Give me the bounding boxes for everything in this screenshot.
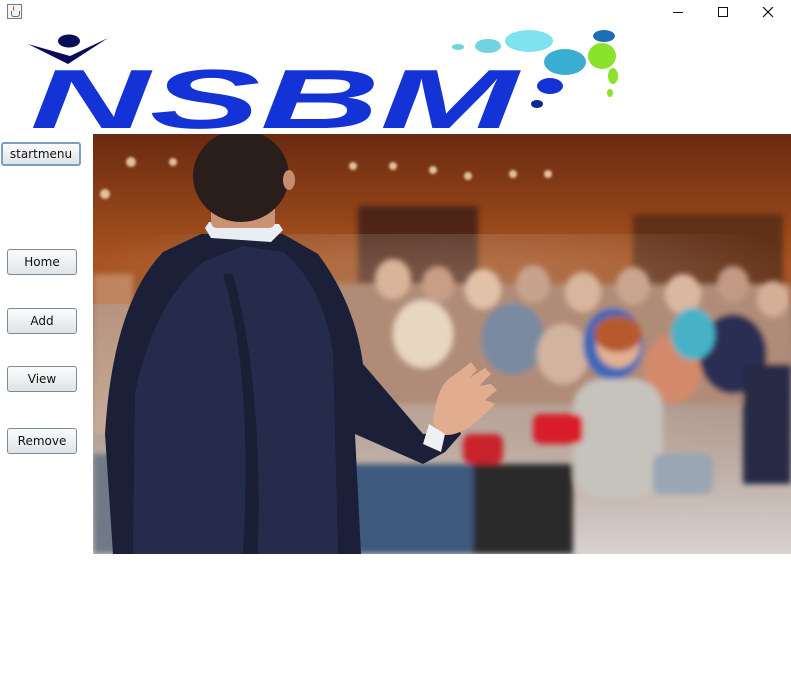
close-icon: [762, 7, 774, 18]
close-button[interactable]: [745, 0, 791, 26]
view-button[interactable]: View: [7, 366, 77, 392]
conference-photo: [93, 134, 791, 554]
home-button[interactable]: Home: [7, 249, 77, 275]
maximize-icon: [718, 7, 728, 17]
java-cup-icon: [7, 4, 22, 19]
add-button[interactable]: Add: [7, 308, 77, 334]
remove-button[interactable]: Remove: [7, 428, 77, 454]
nsbm-logo: NSBM: [24, 28, 624, 146]
logo-wordmark: NSBM: [30, 52, 522, 132]
minimize-button[interactable]: [655, 0, 701, 26]
window-titlebar: [0, 0, 791, 26]
maximize-button[interactable]: [700, 0, 746, 26]
startmenu-button[interactable]: startmenu: [1, 142, 81, 166]
minimize-icon: [673, 12, 683, 13]
